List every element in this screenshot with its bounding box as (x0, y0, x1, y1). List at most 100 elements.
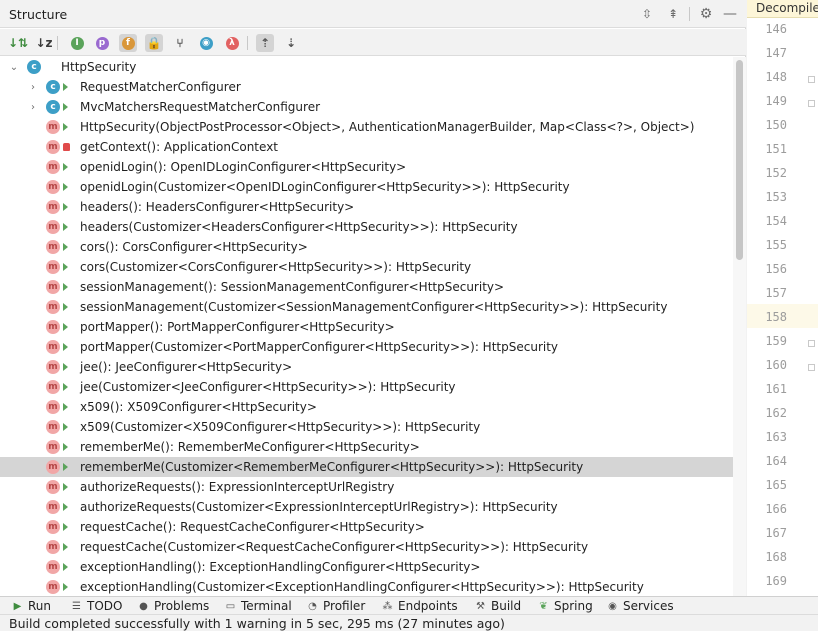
show-properties-icon[interactable]: p (93, 34, 111, 52)
tree-method-row[interactable]: m jee(Customizer<JeeConfigurer<HttpSecuri… (0, 377, 733, 397)
fold-marker-icon[interactable] (808, 340, 815, 347)
tree-method-row[interactable]: m headers(): HeadersConfigurer<HttpSecuri… (0, 197, 733, 217)
tree-class-row[interactable]: › c MvcMatchersRequestMatcherConfigurer (0, 97, 733, 117)
class-icon: c (46, 100, 60, 114)
tool-window-spring[interactable]: ❦ Spring (537, 598, 592, 614)
method-icon: m (46, 220, 60, 234)
public-visibility-icon (63, 383, 68, 391)
chevron-down-icon[interactable]: ⌄ (8, 59, 20, 75)
editor-tab-label: Decompile (756, 1, 818, 15)
sort-by-visibility-icon[interactable]: ↓⇅ (8, 34, 28, 52)
fold-marker-icon[interactable] (808, 76, 815, 83)
tool-window-label: Endpoints (398, 599, 458, 613)
tree-method-row[interactable]: m cors(): CorsConfigurer<HttpSecurity> (0, 237, 733, 257)
fold-marker-icon[interactable] (808, 100, 815, 107)
tree-method-row[interactable]: m sessionManagement(): SessionManagementC… (0, 277, 733, 297)
tree-method-row[interactable]: m cors(Customizer<CorsConfigurer<HttpSecu… (0, 257, 733, 277)
method-label: openidLogin(Customizer<OpenIDLoginConfig… (80, 180, 570, 194)
method-icon: m (46, 140, 60, 154)
line-number: 161 (765, 382, 787, 396)
public-visibility-icon (63, 303, 68, 311)
show-fields-icon[interactable]: f (119, 34, 137, 52)
tree-method-row[interactable]: m sessionManagement(Customizer<SessionMan… (0, 297, 733, 317)
editor-tab[interactable]: Decompile (747, 0, 818, 18)
autoscroll-from-source-icon[interactable]: ⇣ (282, 34, 300, 52)
structure-tree[interactable]: ⌄ c HttpSecurity › c RequestMatcherConfigurer… (0, 57, 733, 596)
tool-window-label: Problems (154, 599, 210, 613)
chevron-right-icon[interactable]: › (27, 99, 39, 115)
tree-root-row[interactable]: ⌄ c HttpSecurity (0, 57, 733, 77)
line-number: 168 (765, 550, 787, 564)
tree-method-row[interactable]: m headers(Customizer<HeadersConfigurer<Ht… (0, 217, 733, 237)
chevron-right-icon[interactable]: › (27, 79, 39, 95)
method-label: authorizeRequests(): ExpressionIntercept… (80, 480, 395, 494)
tree-method-row[interactable]: m authorizeRequests(Customizer<Expression… (0, 497, 733, 517)
tree-method-row[interactable]: m exceptionHandling(): ExceptionHandlingC… (0, 557, 733, 577)
minimize-icon[interactable]: — (722, 6, 738, 22)
method-icon: m (46, 340, 60, 354)
tool-window-profiler[interactable]: ◔ Profiler (306, 598, 365, 614)
line-number: 146 (765, 22, 787, 36)
line-number: 165 (765, 478, 787, 492)
tree-method-row[interactable]: m rememberMe(): RememberMeConfigurer<Http… (0, 437, 733, 457)
method-label: exceptionHandling(Customizer<ExceptionHa… (80, 580, 644, 594)
tool-window-services[interactable]: ◉ Services (606, 598, 674, 614)
scrollbar-thumb[interactable] (736, 60, 743, 260)
collapse-all-icon[interactable]: ⇞ (665, 6, 681, 22)
tree-method-row[interactable]: m jee(): JeeConfigurer<HttpSecurity> (0, 357, 733, 377)
tool-window-bar: ▶ Run ☰ TODO ● Problems ▭ Terminal ◔ Profiler ⁂ End… (0, 596, 818, 614)
public-visibility-icon (63, 423, 68, 431)
tree-method-row[interactable]: m requestCache(Customizer<RequestCacheCon… (0, 537, 733, 557)
gear-icon[interactable]: ⚙ (698, 6, 714, 22)
class-icon: c (27, 60, 41, 74)
tree-method-row[interactable]: m HttpSecurity(ObjectPostProcessor<Object… (0, 117, 733, 137)
public-visibility-icon (63, 163, 68, 171)
show-non-public-icon[interactable]: 🔒 (145, 34, 163, 52)
autoscroll-to-source-icon[interactable]: ⇡ (256, 34, 274, 52)
method-icon: m (46, 580, 60, 594)
tree-method-row[interactable]: m authorizeRequests(): ExpressionIntercep… (0, 477, 733, 497)
tool-window-run[interactable]: ▶ Run (11, 598, 51, 614)
method-icon: m (46, 160, 60, 174)
method-icon: m (46, 120, 60, 134)
tree-method-row[interactable]: m rememberMe(Customizer<RememberMeConfigu… (0, 457, 733, 477)
tool-window-todo[interactable]: ☰ TODO (70, 598, 122, 614)
sort-alphabetically-icon[interactable]: ↓z (35, 34, 53, 52)
show-inherited-icon[interactable]: I (68, 34, 86, 52)
tree-method-row[interactable]: m openidLogin(Customizer<OpenIDLoginConfi… (0, 177, 733, 197)
toolbar-separator (247, 36, 248, 50)
toolbar-separator (689, 7, 690, 21)
method-icon: m (46, 260, 60, 274)
tool-window-label: Run (28, 599, 52, 613)
line-number: 169 (765, 574, 787, 588)
tree-method-row[interactable]: m exceptionHandling(Customizer<ExceptionH… (0, 577, 733, 596)
expand-all-icon[interactable]: ⇳ (639, 6, 655, 22)
method-icon: m (46, 380, 60, 394)
tool-window-terminal[interactable]: ▭ Terminal (224, 598, 292, 614)
show-anonymous-icon[interactable]: ◉ (197, 34, 215, 52)
tool-window-endpoints[interactable]: ⁂ Endpoints (381, 598, 458, 614)
tree-method-row[interactable]: m x509(Customizer<X509Configurer<HttpSecu… (0, 417, 733, 437)
method-icon: m (46, 200, 60, 214)
public-visibility-icon (63, 503, 68, 511)
method-icon: m (46, 520, 60, 534)
tree-method-row[interactable]: m openidLogin(): OpenIDLoginConfigurer<Ht… (0, 157, 733, 177)
class-icon: c (46, 80, 60, 94)
fold-marker-icon[interactable] (808, 364, 815, 371)
method-label: cors(Customizer<CorsConfigurer<HttpSecur… (80, 260, 472, 274)
tool-window-label: Services (623, 599, 674, 613)
tree-method-row[interactable]: m portMapper(Customizer<PortMapperConfigu… (0, 337, 733, 357)
tool-window-build[interactable]: ⚒ Build (474, 598, 521, 614)
tree-method-row[interactable]: m getContext(): ApplicationContext (0, 137, 733, 157)
method-label: authorizeRequests(Customizer<ExpressionI… (80, 500, 558, 514)
public-visibility-icon (63, 543, 68, 551)
method-icon: m (46, 360, 60, 374)
show-lambdas-icon[interactable]: λ (223, 34, 241, 52)
tree-method-row[interactable]: m portMapper(): PortMapperConfigurer<Http… (0, 317, 733, 337)
tree-method-row[interactable]: m x509(): X509Configurer<HttpSecurity> (0, 397, 733, 417)
method-icon: m (46, 280, 60, 294)
show-lambdas-tree-icon[interactable]: ⑂ (171, 34, 189, 52)
tree-class-row[interactable]: › c RequestMatcherConfigurer (0, 77, 733, 97)
tree-method-row[interactable]: m requestCache(): RequestCacheConfigurer<… (0, 517, 733, 537)
tool-window-problems[interactable]: ● Problems (137, 598, 209, 614)
